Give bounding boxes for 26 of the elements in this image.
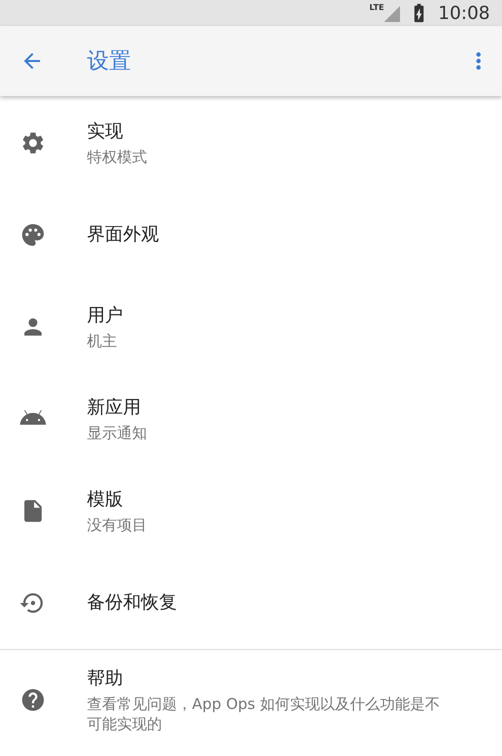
item-subtitle: 机主 (87, 331, 118, 351)
settings-item[interactable]: 帮助 查看常见问题，App Ops 如何实现以及什么功能是不可能实现的 (0, 654, 502, 746)
settings-item[interactable]: 界面外观 (0, 189, 502, 281)
item-title: 实现 (87, 120, 124, 144)
clock: 10:08 (438, 2, 490, 26)
item-title: 帮助 (87, 667, 124, 691)
item-title: 用户 (87, 304, 124, 328)
item-title: 界面外观 (87, 223, 160, 247)
settings-item[interactable]: 模版 没有项目 (0, 465, 502, 557)
item-title: 新应用 (87, 396, 142, 420)
item-subtitle: 显示通知 (87, 423, 148, 443)
settings-item[interactable]: 新应用 显示通知 (0, 373, 502, 465)
signal-icon (384, 6, 400, 22)
settings-item[interactable]: 用户 机主 (0, 281, 502, 373)
item-subtitle: 没有项目 (87, 515, 148, 535)
help-icon (20, 687, 46, 713)
item-subtitle: 查看常见问题，App Ops 如何实现以及什么功能是不可能实现的 (87, 694, 441, 734)
settings-item[interactable]: 备份和恢复 (0, 557, 502, 649)
palette-icon (20, 222, 46, 248)
item-title: 备份和恢复 (87, 591, 178, 615)
network-type: LTE (369, 4, 384, 12)
page-title: 设置 (87, 48, 132, 76)
settings-item[interactable]: 实现 特权模式 (0, 97, 502, 189)
item-subtitle: 特权模式 (87, 147, 148, 167)
item-title: 模版 (87, 488, 124, 512)
more-options-icon (476, 52, 480, 70)
